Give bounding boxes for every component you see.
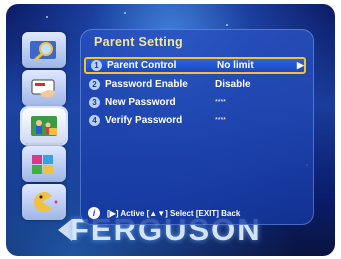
item-label: New Password (105, 97, 176, 108)
hand-card-icon (31, 79, 56, 98)
game-icon (34, 192, 58, 212)
side-icon-games[interactable] (22, 184, 66, 220)
puzzle-icon (32, 155, 53, 174)
menu-item-verify-password[interactable]: 4 Verify Password **** (84, 113, 306, 128)
item-number: 4 (89, 115, 100, 126)
sparkle (124, 12, 126, 14)
parent-lock-icon (31, 116, 57, 136)
menu-item-parent-control[interactable]: 1 Parent Control No limit ▶ (84, 57, 306, 74)
item-value: Disable (215, 79, 251, 90)
chevron-right-icon: ▶ (297, 60, 304, 70)
side-icon-extras[interactable] (22, 146, 66, 182)
menu-item-new-password[interactable]: 3 New Password **** (84, 95, 306, 110)
item-number: 2 (89, 79, 100, 90)
item-label: Password Enable (105, 79, 188, 90)
sparkle (226, 24, 228, 26)
help-text: [▶] Active [▲▼] Select [EXIT] Back (107, 208, 241, 218)
sparkle (46, 16, 48, 18)
item-number: 1 (91, 60, 102, 71)
side-icon-settings[interactable] (22, 70, 66, 106)
side-icon-parental[interactable] (20, 106, 68, 146)
item-value: **** (215, 99, 226, 106)
item-label: Verify Password (105, 115, 183, 126)
side-icon-search[interactable] (22, 32, 66, 68)
item-number: 3 (89, 97, 100, 108)
page-title: Parent Setting (94, 35, 183, 49)
item-value: **** (215, 117, 226, 124)
search-icon (30, 41, 56, 62)
info-icon: i (88, 207, 100, 219)
item-label: Parent Control (107, 60, 177, 71)
menu-item-password-enable[interactable]: 2 Password Enable Disable (84, 77, 306, 92)
item-value: No limit (217, 60, 254, 71)
help-bar: i [▶] Active [▲▼] Select [EXIT] Back (88, 205, 308, 221)
